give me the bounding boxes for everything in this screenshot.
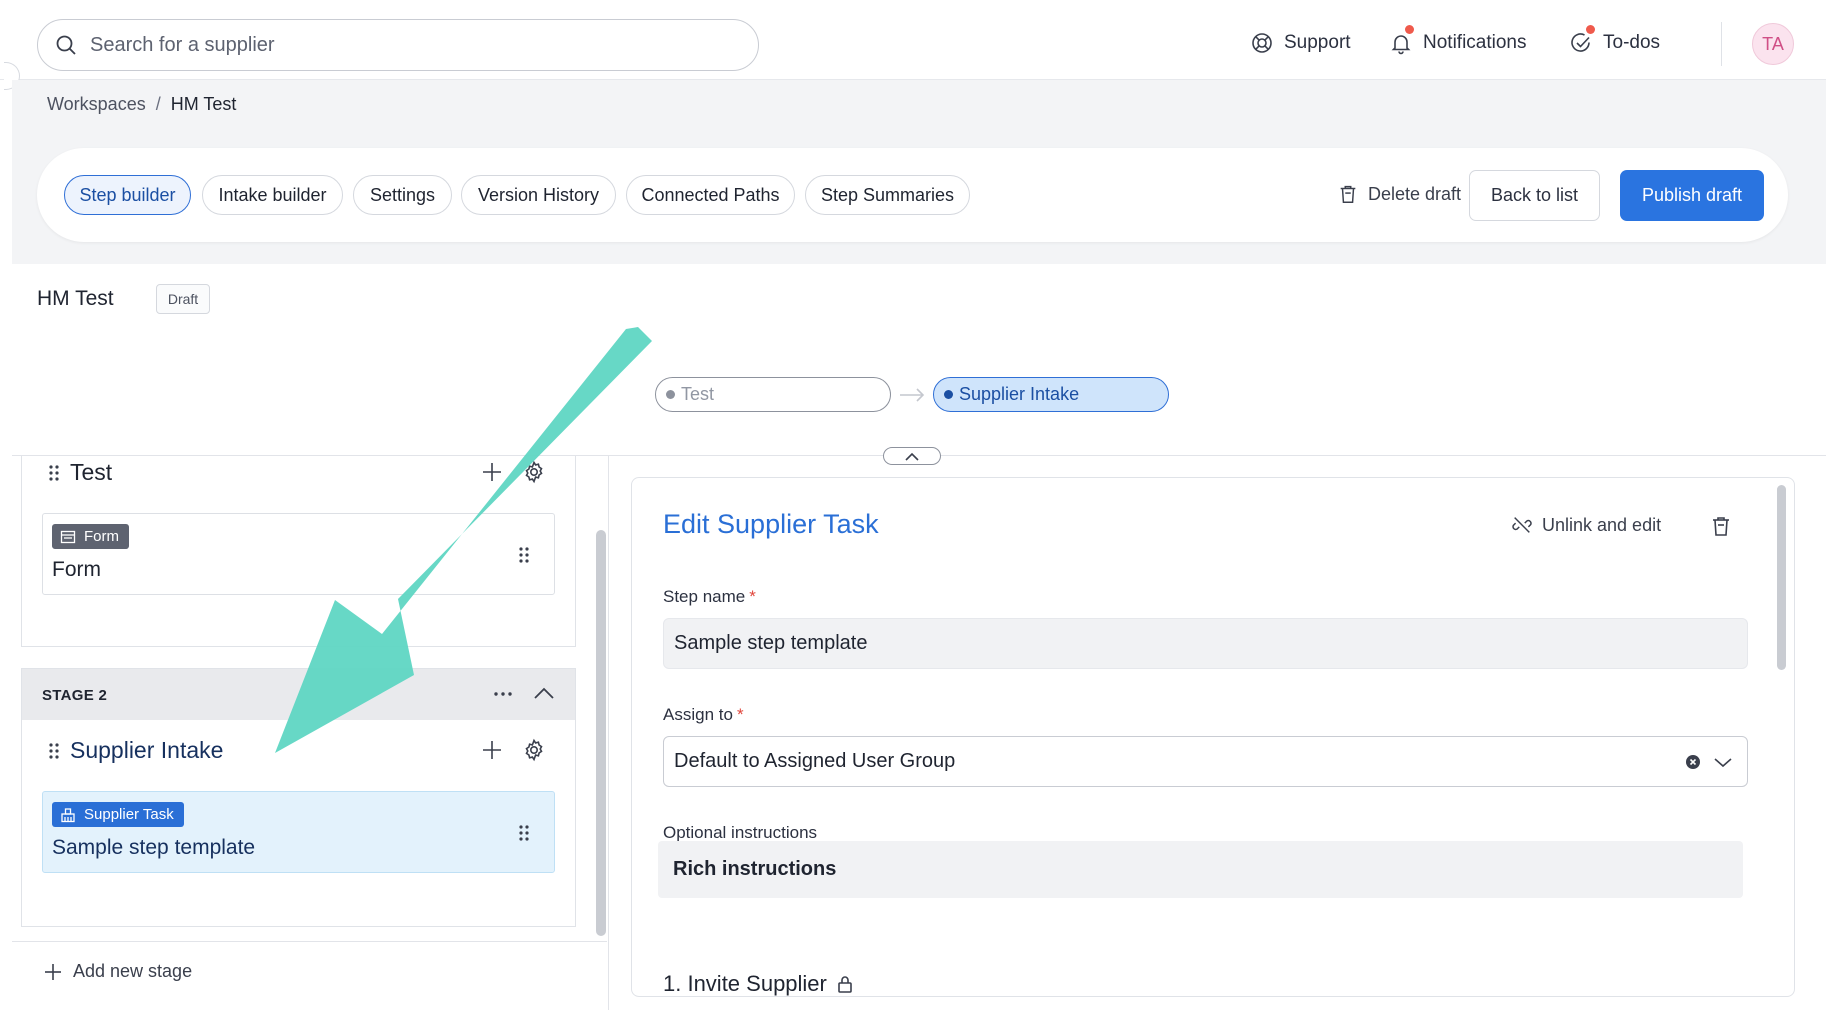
page-title: HM Test xyxy=(37,287,114,310)
step-name-label: Step name * xyxy=(663,587,756,607)
topbar-divider xyxy=(1721,22,1722,66)
plus-icon[interactable] xyxy=(480,460,504,484)
flow-step-test[interactable]: Test xyxy=(655,377,891,412)
support-link[interactable]: Support xyxy=(1250,25,1351,61)
flow-step-label: Supplier Intake xyxy=(959,384,1080,404)
todos-label: To-dos xyxy=(1603,32,1661,53)
flow-step-supplier-intake[interactable]: Supplier Intake xyxy=(933,377,1169,412)
step-card-supplier-task[interactable]: Supplier Task Sample step template xyxy=(42,791,555,873)
section-heading: 1. Invite Supplier xyxy=(663,971,855,996)
step-name-input[interactable]: Sample step template xyxy=(663,618,1748,669)
step-dot-icon xyxy=(944,390,953,399)
badge-label: Form xyxy=(84,528,119,545)
instructions-label: Optional instructions xyxy=(663,823,818,842)
chevron-up-icon[interactable] xyxy=(534,687,554,700)
step-name: Supplier Intake xyxy=(70,737,224,763)
notifications-label: Notifications xyxy=(1423,32,1527,53)
trash-icon xyxy=(1340,185,1356,203)
panel-divider xyxy=(608,456,609,1010)
publish-draft-button[interactable]: Publish draft xyxy=(1620,170,1764,221)
assign-to-label-text: Assign to xyxy=(663,705,733,724)
collapse-toggle[interactable] xyxy=(883,447,941,465)
tab-settings[interactable]: Settings xyxy=(353,175,452,215)
instructions-editor[interactable]: Rich instructions xyxy=(658,841,1743,898)
step-name: Test xyxy=(70,459,113,485)
left-panel-scrollbar[interactable] xyxy=(596,530,606,936)
step-dot-icon xyxy=(666,390,675,399)
tab-step-summaries[interactable]: Step Summaries xyxy=(805,175,970,215)
stage-label: STAGE 2 xyxy=(42,687,108,704)
status-badge: Draft xyxy=(156,284,210,314)
add-new-stage-button[interactable]: Add new stage xyxy=(43,961,192,982)
step-card-form[interactable]: Form Form xyxy=(42,513,555,595)
search-icon xyxy=(56,35,76,55)
chevron-up-icon xyxy=(905,452,919,461)
builder-toolbar: Step builder Intake builder Settings Ver… xyxy=(37,148,1788,242)
panel-title: Edit Supplier Task xyxy=(663,509,879,539)
tab-intake-builder[interactable]: Intake builder xyxy=(202,175,343,215)
divider xyxy=(12,941,607,942)
delete-draft-button[interactable]: Delete draft xyxy=(1337,183,1461,205)
drag-handle-icon[interactable] xyxy=(48,464,60,482)
back-to-list-button[interactable]: Back to list xyxy=(1469,170,1600,221)
chevron-down-icon[interactable] xyxy=(1713,754,1733,770)
todos-link[interactable]: To-dos xyxy=(1569,25,1660,61)
unlink-icon xyxy=(1512,517,1532,533)
check-circle-icon xyxy=(1571,33,1590,52)
step-title-supplier-intake: Supplier Intake xyxy=(48,737,223,764)
card-title: Form xyxy=(52,558,101,581)
tab-step-builder[interactable]: Step builder xyxy=(64,175,191,215)
bell-icon xyxy=(1391,35,1411,55)
drag-handle-icon[interactable] xyxy=(518,546,530,564)
support-label: Support xyxy=(1284,32,1351,53)
plus-icon[interactable] xyxy=(480,738,504,762)
assign-to-select[interactable]: Default to Assigned User Group xyxy=(663,736,1748,787)
edit-task-panel: Edit Supplier Task Unlink and edit Step … xyxy=(631,477,1795,997)
lifebuoy-icon xyxy=(1252,33,1272,53)
breadcrumb-root[interactable]: Workspaces xyxy=(47,94,146,114)
todos-dot xyxy=(1586,25,1595,34)
assign-to-label: Assign to * xyxy=(663,705,744,725)
arrow-right-icon xyxy=(900,388,925,402)
tab-connected-paths[interactable]: Connected Paths xyxy=(626,175,795,215)
breadcrumb-separator: / xyxy=(155,94,161,114)
top-bar: Search for a supplier Support Notificati… xyxy=(0,0,1826,80)
card-title: Sample step template xyxy=(52,836,256,859)
breadcrumb: Workspaces / HM Test xyxy=(47,94,236,115)
plus-icon xyxy=(45,963,61,980)
drag-handle-icon[interactable] xyxy=(518,824,530,842)
required-marker: * xyxy=(736,705,744,724)
tab-version-history[interactable]: Version History xyxy=(461,175,616,215)
gear-icon[interactable] xyxy=(522,460,546,484)
form-badge: Form xyxy=(52,524,129,549)
section-heading-text: 1. Invite Supplier xyxy=(663,971,827,996)
lock-icon xyxy=(838,976,852,993)
unlink-and-edit-button[interactable]: Unlink and edit xyxy=(1511,514,1661,536)
flow-step-label: Test xyxy=(681,384,715,404)
search-input[interactable]: Search for a supplier xyxy=(37,19,759,71)
badge-label: Supplier Task xyxy=(84,806,174,823)
drag-handle-icon[interactable] xyxy=(48,742,60,760)
avatar[interactable]: TA xyxy=(1752,23,1794,65)
add-stage-label: Add new stage xyxy=(73,961,193,981)
step-title-test: Test xyxy=(48,459,112,486)
notification-dot xyxy=(1405,25,1414,34)
required-marker: * xyxy=(749,587,756,606)
building-icon xyxy=(61,807,75,822)
more-icon[interactable] xyxy=(494,691,512,697)
delete-draft-label: Delete draft xyxy=(1368,183,1462,204)
stage-2-header: STAGE 2 xyxy=(21,668,576,720)
assign-to-value: Default to Assigned User Group xyxy=(674,750,956,772)
breadcrumb-current: HM Test xyxy=(170,94,237,114)
clear-icon[interactable] xyxy=(1685,754,1701,770)
supplier-task-badge: Supplier Task xyxy=(52,802,184,827)
right-panel-scrollbar[interactable] xyxy=(1777,485,1786,670)
step-name-label-text: Step name xyxy=(663,587,746,606)
trash-icon[interactable] xyxy=(1709,514,1733,538)
search-placeholder: Search for a supplier xyxy=(90,33,275,56)
gear-icon[interactable] xyxy=(522,738,546,762)
unlink-label: Unlink and edit xyxy=(1542,514,1662,535)
form-icon xyxy=(60,530,76,543)
